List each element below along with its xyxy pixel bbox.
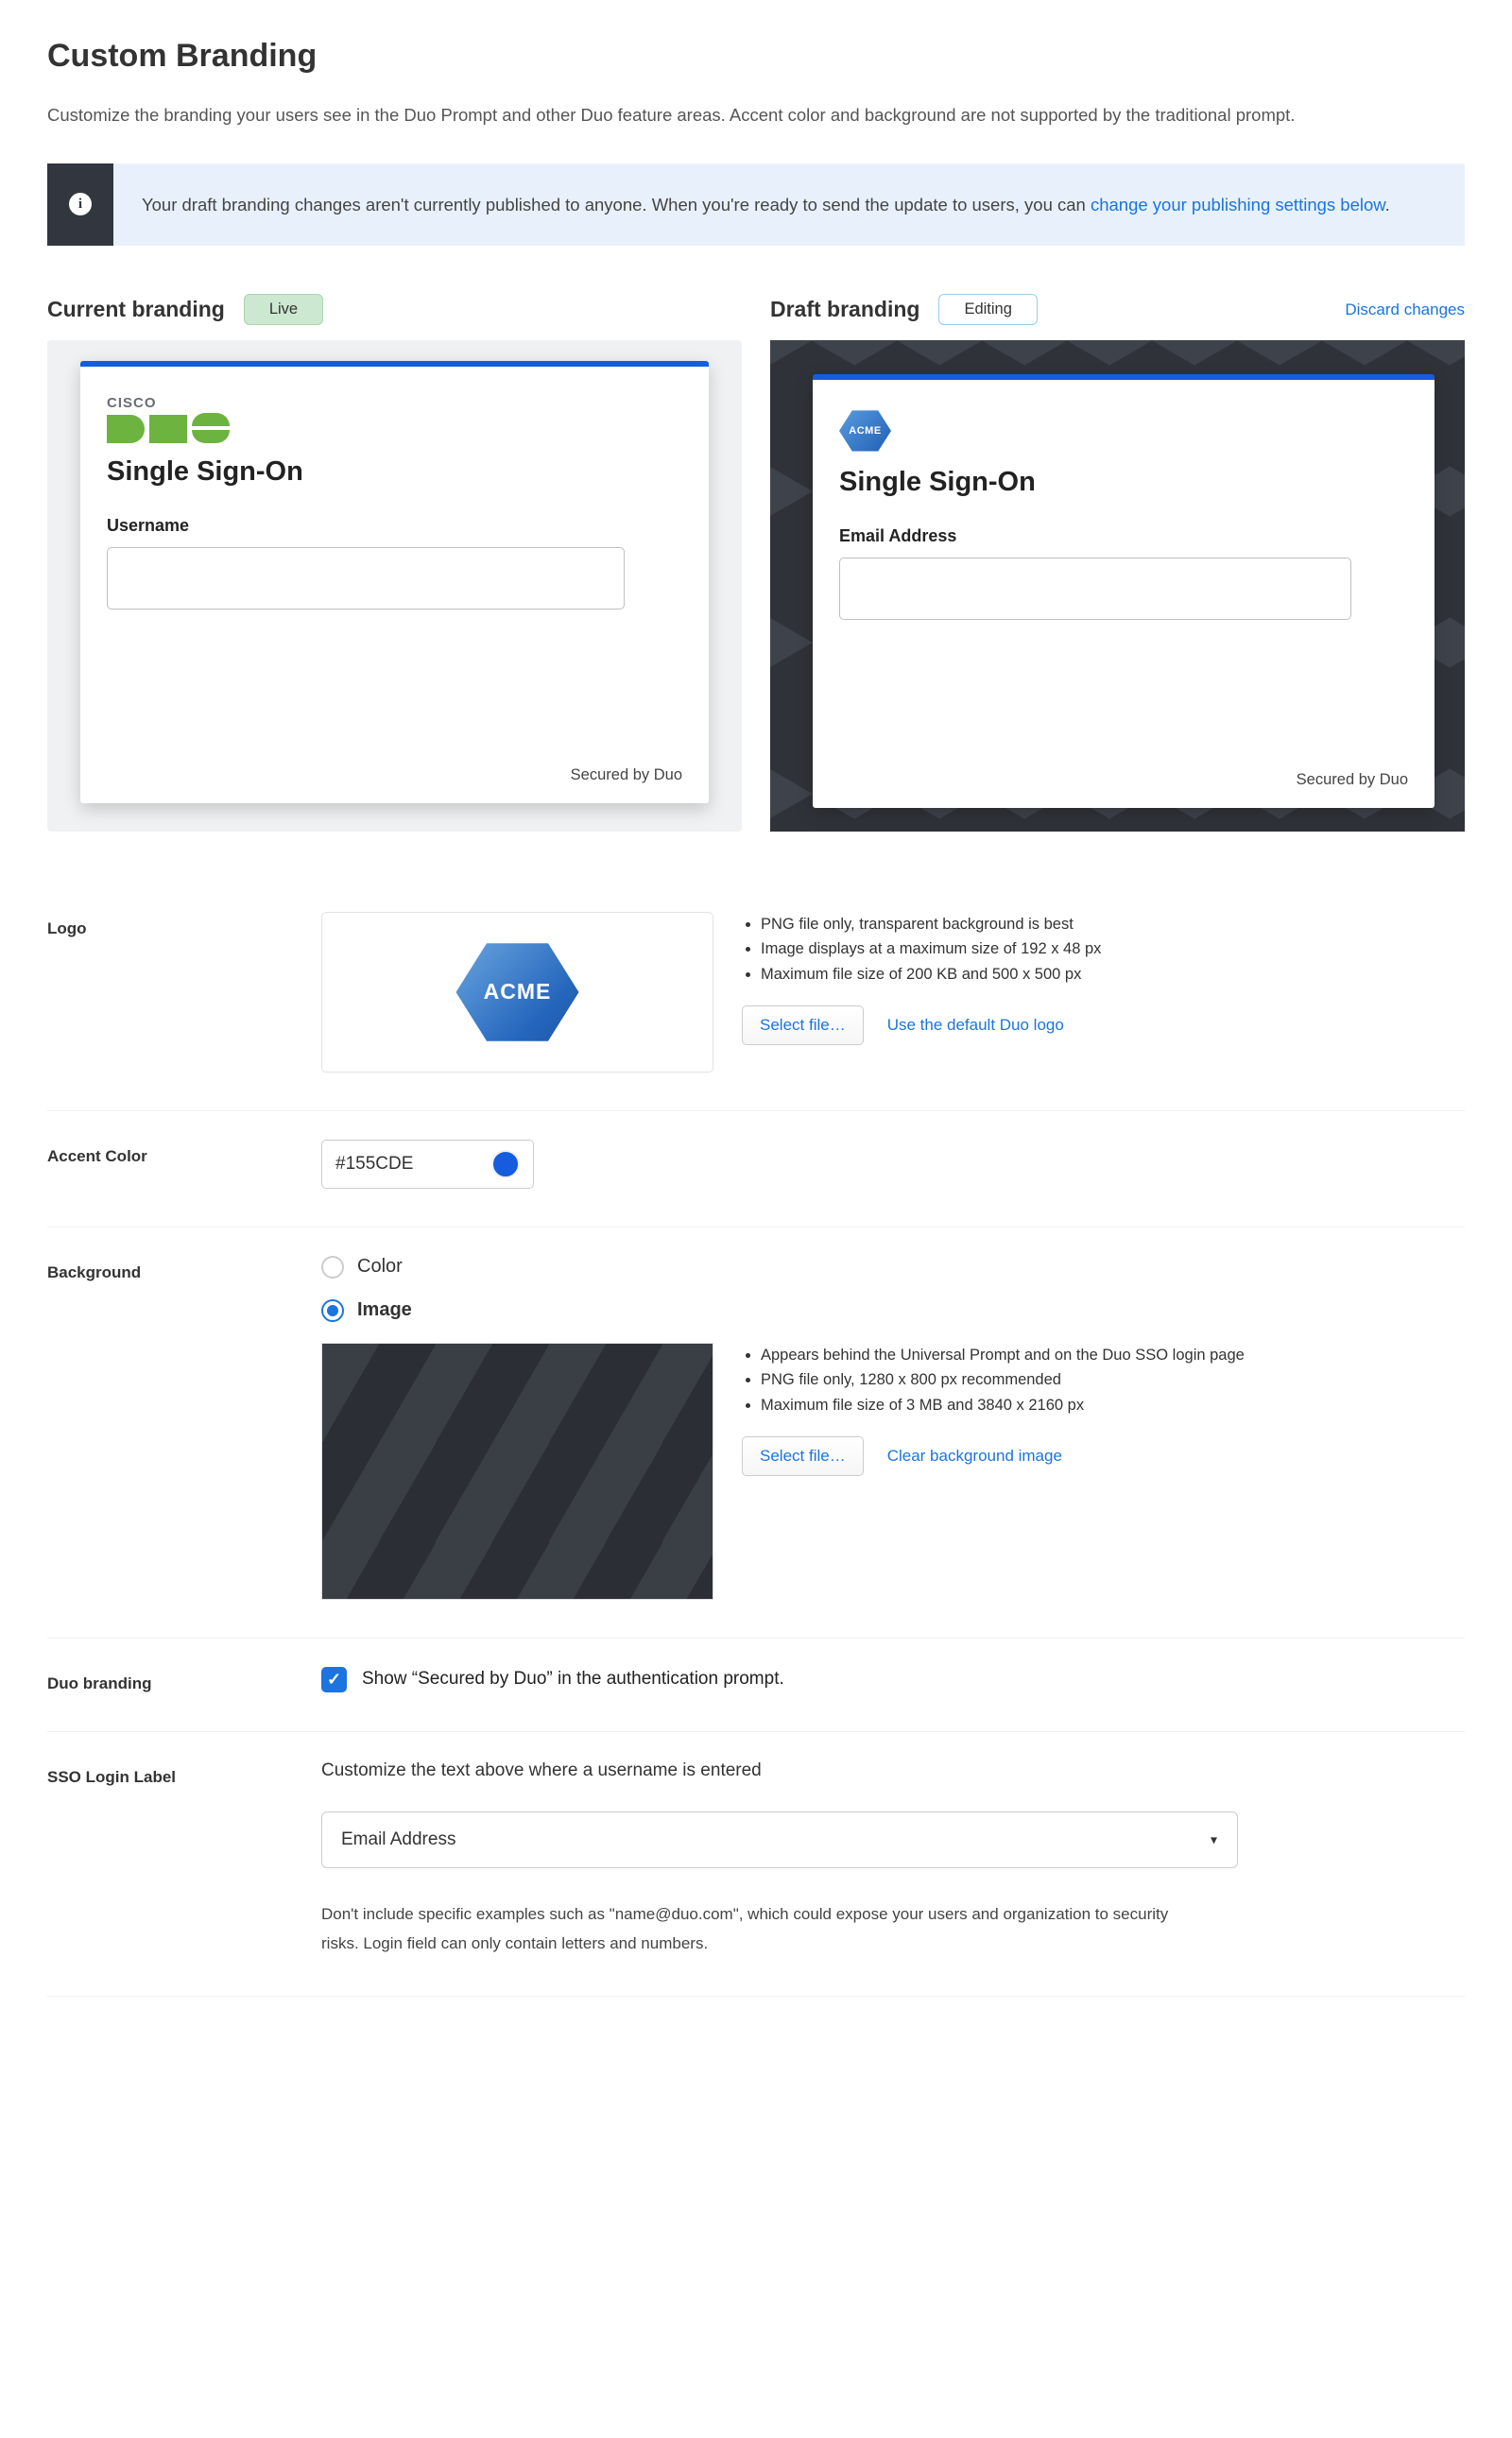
radio-unselected-icon <box>321 1256 344 1279</box>
logo-select-file-button[interactable]: Select file… <box>742 1005 864 1045</box>
bg-radio-color[interactable]: Color <box>321 1256 1465 1279</box>
sso-help-text: Don't include specific examples such as … <box>321 1900 1210 1958</box>
live-field-input <box>107 547 625 610</box>
logo-label: Logo <box>47 912 321 938</box>
background-thumbnail <box>321 1343 713 1600</box>
sso-login-label-title: SSO Login Label <box>47 1760 321 1787</box>
setting-logo: Logo ACME PNG file only, transparent bac… <box>47 884 1465 1111</box>
live-prompt-card: CISCO Single Sign-On Username Secured by… <box>80 361 709 803</box>
bg-req-3: Maximum file size of 3 MB and 3840 x 216… <box>761 1393 1465 1417</box>
preview-draft-title: Draft branding <box>770 297 919 322</box>
cisco-text-logo: CISCO <box>107 395 682 411</box>
discard-changes-link[interactable]: Discard changes <box>1345 300 1465 319</box>
logo-req-3: Maximum file size of 200 KB and 500 x 50… <box>761 962 1465 987</box>
sso-select[interactable]: Email Address ▾ <box>321 1811 1238 1868</box>
info-period: . <box>1385 195 1390 215</box>
setting-accent: Accent Color #155CDE <box>47 1111 1465 1228</box>
logo-req-1: PNG file only, transparent background is… <box>761 912 1465 936</box>
setting-duo-branding: Duo branding ✓ Show “Secured by Duo” in … <box>47 1639 1465 1732</box>
acme-logo-icon: ACME <box>839 408 891 454</box>
checked-checkbox-icon: ✓ <box>321 1667 347 1692</box>
info-icon-box: i <box>47 163 113 246</box>
logo-preview-icon: ACME <box>456 937 579 1046</box>
bg-reqs: Appears behind the Universal Prompt and … <box>742 1343 1465 1417</box>
editing-badge: Editing <box>938 294 1037 325</box>
radio-selected-icon <box>321 1299 344 1322</box>
preview-draft: Draft branding Editing Discard changes A… <box>770 293 1465 832</box>
bg-req-2: PNG file only, 1280 x 800 px recommended <box>761 1367 1465 1392</box>
logo-default-link[interactable]: Use the default Duo logo <box>887 1016 1064 1035</box>
sso-desc: Customize the text above where a usernam… <box>321 1760 1465 1781</box>
setting-sso-login-label: SSO Login Label Customize the text above… <box>47 1732 1465 1997</box>
bg-req-1: Appears behind the Universal Prompt and … <box>761 1343 1465 1367</box>
chevron-down-icon: ▾ <box>1211 1831 1217 1847</box>
preview-live-title: Current branding <box>47 297 225 322</box>
setting-background: Background Color Image Appears behind th… <box>47 1228 1465 1639</box>
info-banner: i Your draft branding changes aren't cur… <box>47 163 1465 246</box>
info-text: Your draft branding changes aren't curre… <box>142 195 1091 215</box>
accent-color-swatch-icon[interactable] <box>491 1150 520 1178</box>
page-intro: Customize the branding your users see in… <box>47 101 1465 130</box>
accent-color-input[interactable]: #155CDE <box>321 1140 534 1189</box>
live-sso-heading: Single Sign-On <box>107 456 682 488</box>
bg-color-label: Color <box>357 1256 403 1278</box>
sso-select-value: Email Address <box>321 1811 1238 1868</box>
logo-req-2: Image displays at a maximum size of 192 … <box>761 936 1465 961</box>
bg-image-label: Image <box>357 1299 412 1321</box>
info-body: Your draft branding changes aren't curre… <box>113 163 1418 246</box>
draft-field-label: Email Address <box>839 526 1408 546</box>
bg-radio-image[interactable]: Image <box>321 1299 1465 1322</box>
live-badge: Live <box>244 294 323 325</box>
accent-color-value: #155CDE <box>335 1154 482 1175</box>
duo-logo <box>107 413 682 443</box>
duo-branding-checkbox-row[interactable]: ✓ Show “Secured by Duo” in the authentic… <box>321 1667 784 1692</box>
bg-clear-link[interactable]: Clear background image <box>887 1447 1062 1466</box>
page-title: Custom Branding <box>47 38 1465 75</box>
draft-field-input <box>839 558 1351 620</box>
logo-preview-box: ACME <box>321 912 713 1073</box>
draft-sso-heading: Single Sign-On <box>839 467 1408 498</box>
info-icon: i <box>69 193 92 215</box>
draft-secured-by: Secured by Duo <box>839 771 1408 789</box>
accent-label: Accent Color <box>47 1140 321 1166</box>
live-secured-by: Secured by Duo <box>107 766 682 784</box>
live-field-label: Username <box>107 516 682 536</box>
preview-live: Current branding Live CISCO Single Sign-… <box>47 293 742 832</box>
duo-branding-label: Duo branding <box>47 1667 321 1693</box>
background-label: Background <box>47 1256 321 1282</box>
logo-reqs: PNG file only, transparent background is… <box>742 912 1465 987</box>
bg-select-file-button[interactable]: Select file… <box>742 1436 864 1476</box>
info-link[interactable]: change your publishing settings below <box>1091 195 1385 215</box>
draft-prompt-card: ACME Single Sign-On Email Address Secure… <box>813 374 1435 808</box>
duo-branding-text: Show “Secured by Duo” in the authenticat… <box>362 1669 784 1690</box>
preview-live-box: CISCO Single Sign-On Username Secured by… <box>47 340 742 832</box>
preview-draft-box: ACME Single Sign-On Email Address Secure… <box>770 340 1465 832</box>
